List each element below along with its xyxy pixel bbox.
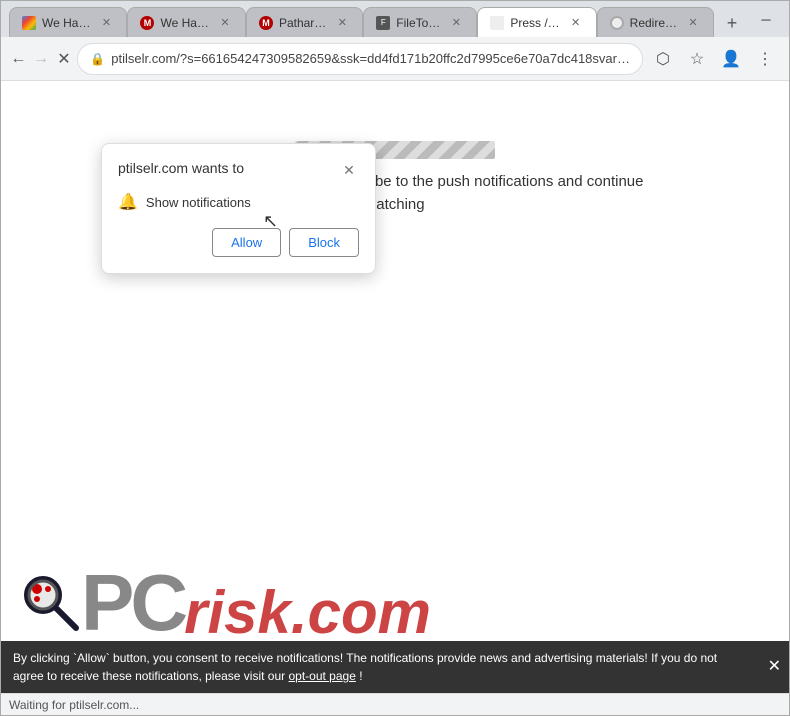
bookmark-button[interactable]: ☆ [681, 43, 713, 75]
bottom-bar-close-button[interactable]: ✕ [768, 655, 781, 679]
address-bar[interactable]: 🔒 ptilselr.com/?s=661654247309582659&ssk… [77, 43, 643, 75]
bottom-bar-text: By clicking `Allow` button, you consent … [13, 651, 717, 683]
tab-favicon-5 [490, 16, 504, 30]
opt-out-link[interactable]: opt-out page [288, 669, 355, 683]
block-button[interactable]: Block [289, 228, 359, 257]
pcrisk-com-text: .com [291, 583, 431, 643]
tab-title-3: Pathar… [279, 16, 326, 30]
tab-favicon-3: M [259, 16, 273, 30]
address-text: ptilselr.com/?s=661654247309582659&ssk=d… [111, 51, 630, 66]
notification-label: Show notifications [146, 195, 251, 210]
tab-favicon-6 [610, 16, 624, 30]
tab-favicon-4: F [376, 16, 390, 30]
status-bar: Waiting for ptilselr.com... [1, 693, 789, 715]
bell-icon: 🔔 [118, 192, 138, 212]
tabs-container: We Ha… ✕ M We Ha… ✕ M Pathar… ✕ F FileTo… [9, 1, 746, 37]
popup-buttons: Allow Block [118, 228, 359, 257]
pcrisk-risk-text: risk [184, 583, 291, 643]
tab-close-5[interactable]: ✕ [568, 15, 584, 31]
title-bar: We Ha… ✕ M We Ha… ✕ M Pathar… ✕ F FileTo… [1, 1, 789, 37]
bottom-notification-bar: By clicking `Allow` button, you consent … [1, 641, 789, 693]
tab-close-2[interactable]: ✕ [217, 15, 233, 31]
notification-popup: ptilselr.com wants to ✕ 🔔 Show notificat… [101, 143, 376, 274]
reload-button[interactable]: ✕ [55, 43, 74, 75]
tab-3[interactable]: M Pathar… ✕ [246, 7, 363, 37]
tab-4[interactable]: F FileTo… ✕ [363, 7, 477, 37]
tab-title-2: We Ha… [160, 16, 208, 30]
new-tab-button[interactable]: + [718, 9, 746, 37]
minimize-button[interactable]: ─ [754, 7, 778, 31]
cast-button[interactable]: ⬡ [647, 43, 679, 75]
popup-header: ptilselr.com wants to ✕ [118, 160, 359, 180]
popup-title: ptilselr.com wants to [118, 160, 244, 176]
pcrisk-magnifier-icon [21, 573, 81, 633]
popup-notification-row: 🔔 Show notifications [118, 192, 359, 212]
lock-icon: 🔒 [90, 52, 105, 66]
tab-5[interactable]: Press /… ✕ [477, 7, 596, 37]
nav-bar: ← → ✕ 🔒 ptilselr.com/?s=6616542473095826… [1, 37, 789, 81]
tab-6[interactable]: Redire… ✕ [597, 7, 714, 37]
tab-title-4: FileTo… [396, 16, 440, 30]
popup-close-button[interactable]: ✕ [339, 160, 359, 180]
tab-favicon-2: M [140, 16, 154, 30]
back-button[interactable]: ← [9, 43, 28, 75]
tab-2[interactable]: M We Ha… ✕ [127, 7, 245, 37]
tab-close-3[interactable]: ✕ [334, 15, 350, 31]
forward-button[interactable]: → [32, 43, 51, 75]
status-text: Waiting for ptilselr.com... [9, 698, 139, 712]
tab-favicon-1 [22, 16, 36, 30]
tab-close-4[interactable]: ✕ [448, 15, 464, 31]
nav-actions: ⬡ ☆ 👤 ⋮ [647, 43, 781, 75]
tab-1[interactable]: We Ha… ✕ [9, 7, 127, 37]
maximize-button[interactable]: □ [782, 7, 790, 31]
pcrisk-pc-text: PC [81, 563, 184, 643]
browser-window: We Ha… ✕ M We Ha… ✕ M Pathar… ✕ F FileTo… [0, 0, 790, 716]
allow-button[interactable]: Allow [212, 228, 281, 257]
tab-title-1: We Ha… [42, 16, 90, 30]
window-controls: ─ □ ✕ [754, 7, 790, 31]
menu-button[interactable]: ⋮ [749, 43, 781, 75]
tab-title-6: Redire… [630, 16, 677, 30]
bottom-bar-text-end: ! [359, 669, 362, 683]
tab-close-1[interactable]: ✕ [98, 15, 114, 31]
page-content: ptilselr.com wants to ✕ 🔔 Show notificat… [1, 81, 789, 693]
user-button[interactable]: 👤 [715, 43, 747, 75]
pcrisk-logo: PC risk .com [21, 563, 431, 643]
tab-close-6[interactable]: ✕ [685, 15, 701, 31]
tab-title-5: Press /… [510, 16, 559, 30]
